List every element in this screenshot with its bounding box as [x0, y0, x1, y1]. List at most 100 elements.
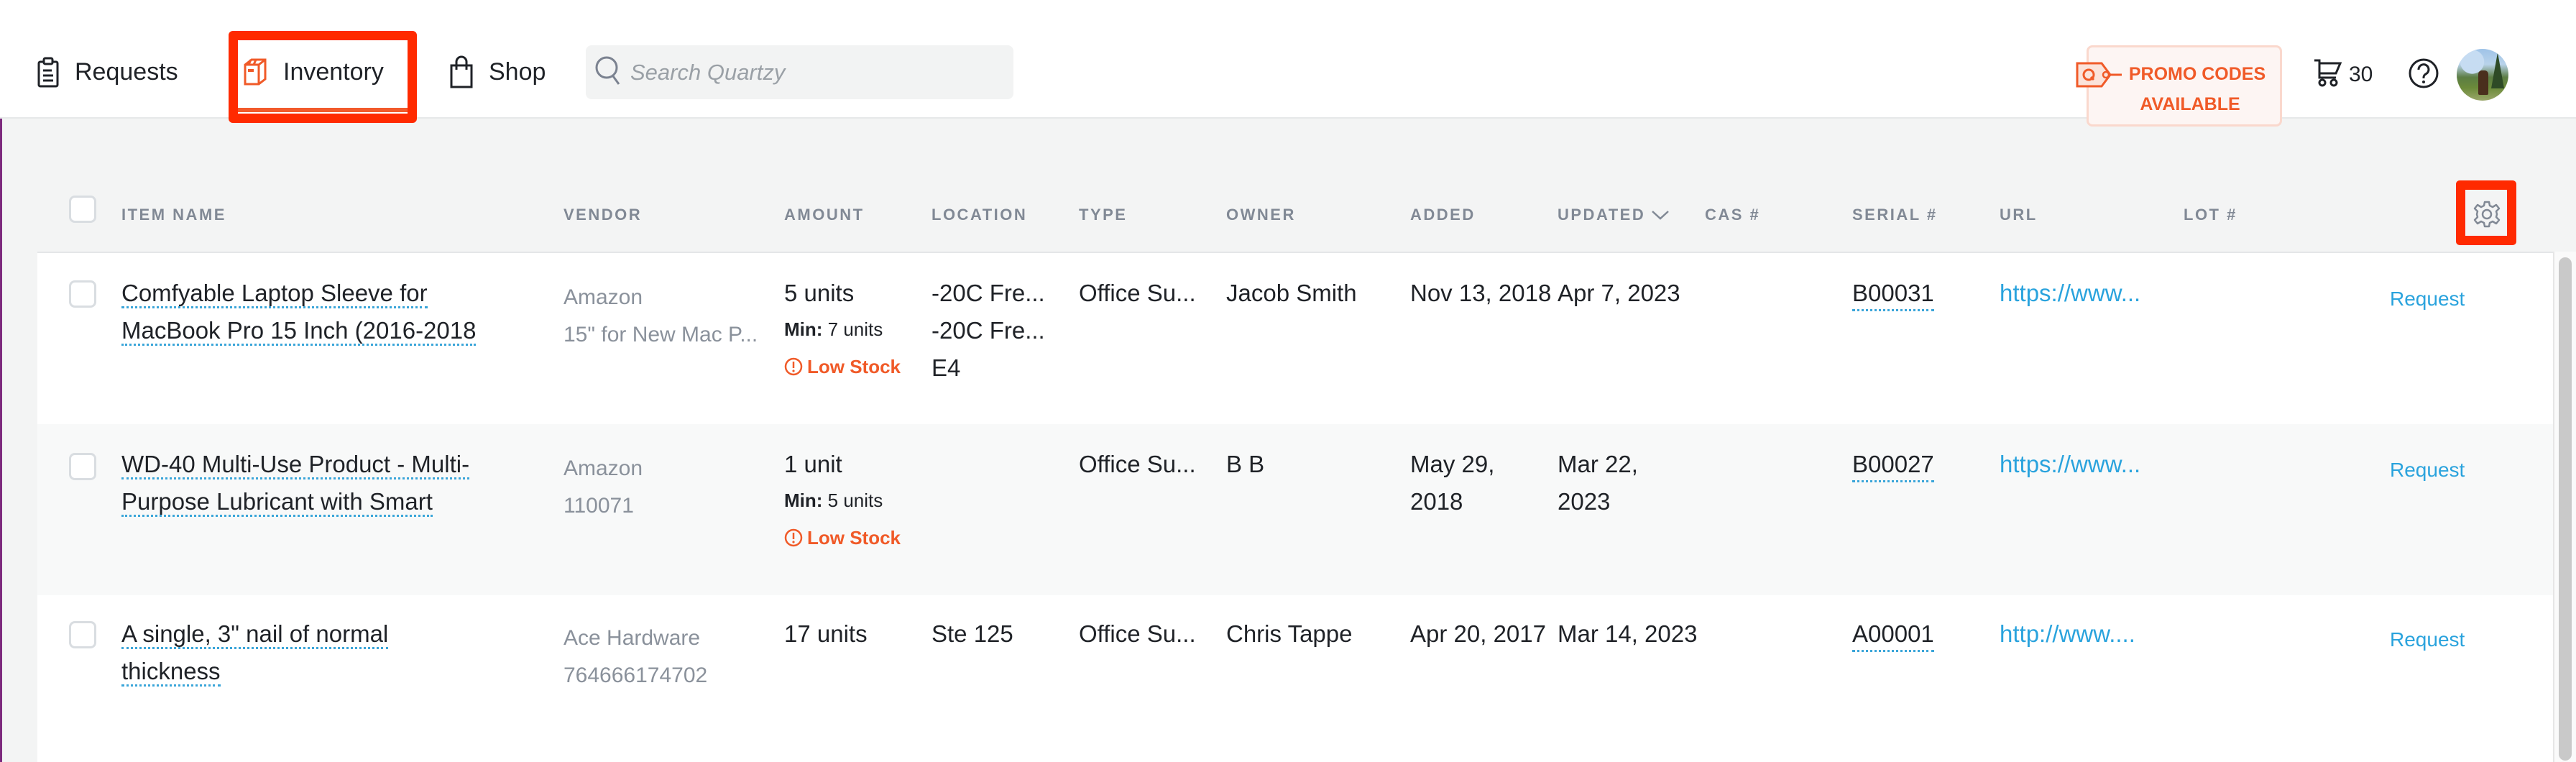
table-row[interactable]: WD-40 Multi-Use Product - Multi-Purpose … — [37, 424, 2553, 595]
amount-cell: 5 units Min: 7 units Low Stock — [784, 275, 901, 384]
serial-cell: B00031 — [1852, 275, 1934, 312]
help-button[interactable] — [2408, 58, 2439, 93]
nav-requests-label: Requests — [75, 58, 178, 86]
min-label: Min: — [784, 490, 823, 511]
search-bar[interactable] — [586, 45, 1013, 99]
promo-line-2: AVAILABLE — [2140, 94, 2240, 114]
location-line: E4 — [932, 354, 961, 381]
location-cell: -20C Fre... -20C Fre... E4 — [932, 275, 1045, 387]
column-header-location[interactable]: LOCATION — [932, 206, 1027, 224]
item-name-link[interactable]: Comfyable Laptop Sleeve for MacBook Pro … — [121, 275, 524, 349]
sort-chevron-down-icon — [1651, 206, 1670, 225]
location-line: -20C Fre... — [932, 280, 1045, 306]
column-header-type[interactable]: TYPE — [1079, 206, 1127, 224]
column-header-owner[interactable]: OWNER — [1226, 206, 1296, 224]
url-link[interactable]: http://www.... — [2000, 615, 2135, 653]
column-header-updated[interactable]: UPDATED — [1558, 206, 1670, 225]
type-cell: Office Su... — [1079, 620, 1196, 647]
request-button[interactable]: Request — [2390, 451, 2465, 489]
search-input[interactable] — [630, 59, 1004, 86]
user-avatar[interactable] — [2457, 49, 2508, 101]
url-link[interactable]: https://www... — [2000, 275, 2140, 312]
request-button[interactable]: Request — [2390, 621, 2465, 658]
column-header-amount[interactable]: AMOUNT — [784, 206, 865, 224]
column-header-vendor[interactable]: VENDOR — [564, 206, 642, 224]
owner-cell: B B — [1226, 451, 1265, 477]
vendor-cell: Amazon 110071 — [564, 450, 643, 525]
amount-cell: 1 unit Min: 5 units Low Stock — [784, 446, 901, 555]
alert-circle-icon — [784, 528, 803, 547]
owner-cell: Jacob Smith — [1226, 280, 1357, 306]
column-header-added[interactable]: ADDED — [1410, 206, 1476, 224]
low-stock-badge: Low Stock — [784, 520, 901, 555]
row-checkbox[interactable] — [69, 280, 96, 308]
added-cell: May 29, 2018 — [1410, 451, 1495, 515]
nav-requests[interactable]: Requests — [37, 50, 178, 93]
alert-circle-icon — [784, 357, 803, 376]
min-label: Min: — [784, 318, 823, 340]
active-tab-indicator — [238, 108, 408, 112]
vendor-catalog: 764666174702 — [564, 664, 708, 687]
clipboard-icon — [37, 56, 59, 88]
location-line: Ste 125 — [932, 620, 1013, 647]
location-line: -20C Fre... — [932, 317, 1045, 344]
cart-icon — [2313, 58, 2343, 91]
vendor-catalog: 15" for New Mac P... — [564, 323, 758, 346]
vendor-name: Amazon — [564, 456, 643, 480]
top-nav-bar: Requests Inventory Shop PROMO CODES AVAI… — [0, 0, 2576, 127]
nav-inventory-label: Inventory — [283, 58, 384, 86]
column-header-serial[interactable]: SERIAL # — [1852, 206, 1938, 224]
type-cell: Office Su... — [1079, 280, 1196, 306]
vendor-cell: Amazon 15" for New Mac P... — [564, 279, 758, 354]
owner-cell: Chris Tappe — [1226, 620, 1353, 647]
table-scrollbar[interactable] — [2553, 252, 2576, 762]
nav-shop-label: Shop — [489, 58, 546, 86]
amount-value: 1 unit — [784, 451, 842, 477]
updated-cell: Mar 22, 2023 — [1558, 451, 1638, 515]
gear-icon — [2472, 201, 2501, 231]
item-name-link[interactable]: WD-40 Multi-Use Product - Multi-Purpose … — [121, 446, 524, 520]
help-icon — [2408, 58, 2439, 92]
row-checkbox[interactable] — [69, 621, 96, 648]
updated-cell: Mar 14, 2023 — [1558, 620, 1698, 647]
min-value: 5 units — [827, 490, 883, 511]
promo-line-1: PROMO CODES — [2128, 64, 2266, 84]
location-cell: Ste 125 — [932, 615, 1013, 653]
table-row[interactable]: Comfyable Laptop Sleeve for MacBook Pro … — [37, 253, 2553, 424]
shopping-bag-icon — [450, 55, 473, 88]
nav-inventory[interactable]: Inventory — [243, 50, 384, 93]
amount-value: 5 units — [784, 280, 855, 306]
column-header-item-name[interactable]: ITEM NAME — [121, 206, 226, 224]
row-checkbox[interactable] — [69, 453, 96, 480]
table-row[interactable]: A single, 3" nail of normal thickness Ac… — [37, 595, 2553, 762]
low-stock-badge: Low Stock — [784, 349, 901, 384]
cart-count: 30 — [2349, 62, 2373, 86]
inventory-table: Comfyable Laptop Sleeve for MacBook Pro … — [37, 252, 2553, 762]
added-cell: Apr 20, 2017 — [1410, 620, 1546, 647]
promo-codes-badge[interactable]: PROMO CODES AVAILABLE — [2076, 45, 2282, 127]
vendor-name: Amazon — [564, 285, 643, 309]
column-header-url[interactable]: URL — [2000, 206, 2038, 224]
item-name-link[interactable]: A single, 3" nail of normal thickness — [121, 615, 431, 690]
vendor-catalog: 110071 — [564, 494, 634, 518]
amount-cell: 17 units — [784, 615, 868, 653]
vendor-cell: Ace Hardware 764666174702 — [564, 620, 707, 694]
column-header-cas[interactable]: CAS # — [1705, 206, 1760, 224]
added-cell: Nov 13, 2018 — [1410, 280, 1552, 306]
cart-button[interactable]: 30 — [2313, 58, 2373, 91]
serial-cell: B00027 — [1852, 446, 1934, 483]
column-header-lot[interactable]: LOT # — [2184, 206, 2237, 224]
min-value: 7 units — [827, 318, 883, 340]
type-cell: Office Su... — [1079, 451, 1196, 477]
updated-cell: Apr 7, 2023 — [1558, 280, 1680, 306]
box-icon — [243, 58, 267, 86]
select-all-checkbox[interactable] — [69, 196, 96, 223]
column-settings-button[interactable] — [2472, 200, 2501, 232]
nav-shop[interactable]: Shop — [450, 50, 546, 93]
url-link[interactable]: https://www... — [2000, 446, 2140, 483]
search-icon — [594, 55, 623, 90]
serial-cell: A00001 — [1852, 615, 1934, 653]
request-button[interactable]: Request — [2390, 280, 2465, 318]
vendor-name: Ace Hardware — [564, 626, 701, 650]
scrollbar-thumb[interactable] — [2559, 257, 2572, 761]
